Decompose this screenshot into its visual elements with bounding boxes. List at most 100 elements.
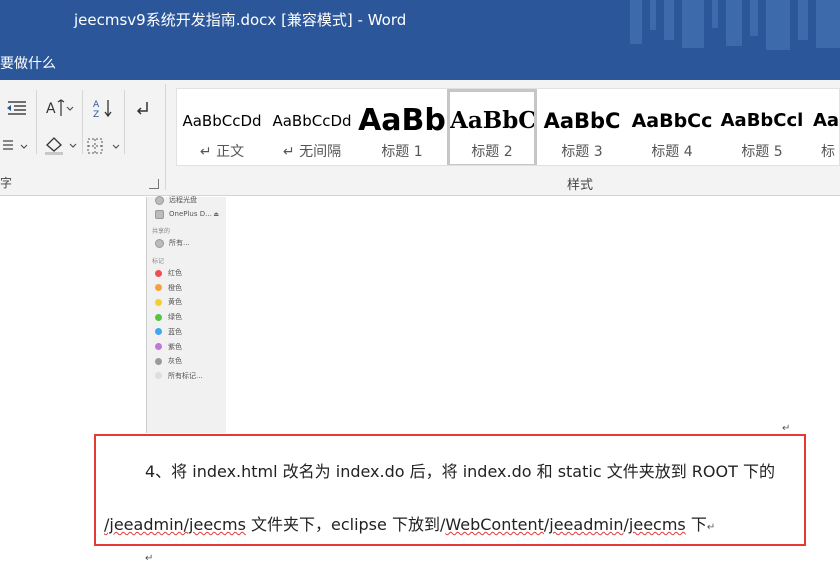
embedded-image-finder-sidebar: 远程光盘 OnePlus D... ⏏ 共享的 所有... 标记 红色橙色黄色绿… — [146, 194, 226, 433]
disc-icon — [155, 195, 164, 205]
style-heading-2[interactable]: AaBbC 标题 2 — [447, 89, 537, 165]
paragraph-line-2: /jeeadmin/jeecms 文件夹下，eclipse 下放到/WebCon… — [104, 511, 715, 535]
misspelled-word: WebContent — [445, 515, 544, 534]
finder-tag-item: 橙色 — [155, 282, 182, 294]
style-name: 标 — [821, 144, 835, 160]
finder-tag-item: 所有标记... — [155, 370, 203, 382]
show-marks-button[interactable] — [130, 96, 156, 120]
shading-button[interactable] — [42, 134, 80, 158]
tell-me-input[interactable]: 要做什么 — [0, 53, 56, 73]
paragraph-mark: ↵ — [782, 423, 791, 434]
document-page[interactable]: 远程光盘 OnePlus D... ⏏ 共享的 所有... 标记 红色橙色黄色绿… — [0, 194, 840, 567]
ribbon-separator — [124, 90, 125, 154]
word-window: jeecmsv9系统开发指南.docx [兼容模式] - Word 要做什么 A… — [0, 0, 840, 567]
style-name: 标题 5 — [741, 144, 783, 160]
title-bar-decoration — [630, 0, 840, 50]
finder-item-oneplus: OnePlus D... ⏏ — [155, 208, 223, 220]
finder-tag-item: 紫色 — [155, 341, 182, 353]
style-sample: AaBbCcl — [720, 110, 804, 131]
style-heading-3[interactable]: AaBbC 标题 3 — [537, 89, 627, 165]
style-name: 标题 4 — [651, 144, 693, 160]
style-name: 标题 3 — [561, 144, 603, 160]
svg-text:A: A — [93, 100, 100, 110]
tag-color-dot-icon — [155, 357, 162, 365]
style-normal[interactable]: AaBbCcDd ↵ 正文 — [177, 89, 267, 165]
style-no-spacing[interactable]: AaBbCcDd ↵ 无间隔 — [267, 89, 357, 165]
finder-tag-label: 所有标记... — [168, 371, 203, 380]
finder-item-label: 所有... — [169, 239, 190, 247]
style-name: ↵ 正文 — [199, 144, 245, 160]
tag-color-dot-icon — [155, 372, 162, 380]
window-title: jeecmsv9系统开发指南.docx [兼容模式] - Word — [74, 11, 407, 29]
style-sample: AaBbCcDd — [182, 112, 262, 130]
text-direction-button[interactable]: A — [44, 96, 76, 120]
finder-tag-item: 蓝色 — [155, 326, 182, 338]
finder-tag-label: 灰色 — [168, 357, 182, 366]
paragraph-mark: ↵ — [145, 553, 154, 564]
style-heading-5[interactable]: AaBbCcl 标题 5 — [717, 89, 807, 165]
paragraph-mark-icon — [136, 102, 148, 115]
shading-icon — [45, 137, 77, 155]
paragraph-text: 下 — [685, 515, 707, 534]
style-sample: AaBbC — [450, 107, 534, 134]
tag-color-dot-icon — [155, 298, 162, 306]
style-name: 标题 1 — [381, 144, 423, 160]
finder-section-shared: 共享的 — [152, 228, 171, 235]
paragraph-mark: ↵ — [706, 522, 716, 533]
styles-group-label: 样式 — [567, 178, 594, 193]
decrease-indent-button[interactable] — [2, 96, 32, 120]
style-heading-4[interactable]: AaBbCc 标题 4 — [627, 89, 717, 165]
styles-gallery: AaBbCcDd ↵ 正文 AaBbCcDd ↵ 无间隔 AaBb 标题 1 A… — [176, 88, 840, 166]
finder-tag-label: 绿色 — [168, 313, 182, 322]
ribbon-separator — [82, 90, 83, 154]
svg-text:Z: Z — [93, 110, 99, 118]
finder-tag-item: 黄色 — [155, 296, 182, 308]
style-sample: AaBbCc — [631, 110, 713, 132]
decrease-indent-icon — [7, 101, 26, 115]
finder-tag-item: 绿色 — [155, 311, 182, 323]
ribbon: A A Z 字 AaBbCcDd ↵ 正文 AaBbCcDd ↵ 无间隔 AaB… — [0, 80, 840, 196]
finder-tag-label: 蓝色 — [168, 327, 182, 336]
tag-color-dot-icon — [155, 313, 162, 321]
text-direction-icon: A — [46, 99, 74, 117]
misspelled-word: jeecms — [628, 515, 686, 534]
finder-section-tags: 标记 — [152, 258, 165, 265]
finder-item-label: OnePlus D... — [169, 210, 212, 218]
drive-icon — [155, 209, 164, 219]
style-sample: AaBbCcDd — [272, 112, 352, 130]
dialog-launcher-icon[interactable] — [149, 179, 159, 189]
tell-me-bar: 要做什么 — [0, 50, 840, 80]
finder-tag-item: 红色 — [155, 267, 182, 279]
style-sample: AaBbC — [543, 109, 621, 133]
eject-icon: ⏏ — [213, 210, 219, 218]
ribbon-separator — [36, 90, 37, 154]
misspelled-word: jeeadmin — [549, 515, 624, 534]
style-name: ↵ 无间隔 — [282, 144, 342, 160]
style-heading-6[interactable]: AaB 标 — [807, 89, 840, 165]
sort-button[interactable]: A Z — [90, 96, 118, 120]
finder-item-label: 远程光盘 — [169, 196, 197, 204]
group-separator — [165, 84, 166, 190]
style-name: 标题 2 — [471, 144, 513, 160]
style-heading-1[interactable]: AaBb 标题 1 — [357, 89, 447, 165]
finder-item-all-shared: 所有... — [155, 237, 190, 249]
title-bar: jeecmsv9系统开发指南.docx [兼容模式] - Word — [0, 0, 840, 50]
line-spacing-button[interactable] — [0, 134, 30, 158]
style-sample: AaB — [813, 110, 840, 131]
globe-icon — [155, 238, 164, 248]
finder-tag-label: 紫色 — [168, 342, 182, 351]
paragraph-group-label: 字 — [0, 176, 13, 190]
finder-tag-label: 红色 — [168, 269, 182, 277]
finder-item-remote-disc: 远程光盘 — [155, 194, 197, 206]
tag-color-dot-icon — [155, 269, 162, 277]
svg-text:A: A — [46, 101, 56, 117]
line-spacing-icon — [3, 140, 28, 150]
tag-color-dot-icon — [155, 343, 162, 350]
misspelled-word: /jeeadmin/jeecms — [104, 515, 246, 534]
style-sample: AaBb — [358, 103, 446, 138]
paragraph-text: 文件夹下，eclipse 下放到/ — [245, 515, 446, 534]
paragraph-line-1: 4、将 index.html 改名为 index.do 后，将 index.do… — [145, 462, 775, 481]
borders-button[interactable] — [84, 134, 124, 158]
finder-tag-item: 灰色 — [155, 355, 182, 367]
tag-color-dot-icon — [155, 328, 162, 336]
